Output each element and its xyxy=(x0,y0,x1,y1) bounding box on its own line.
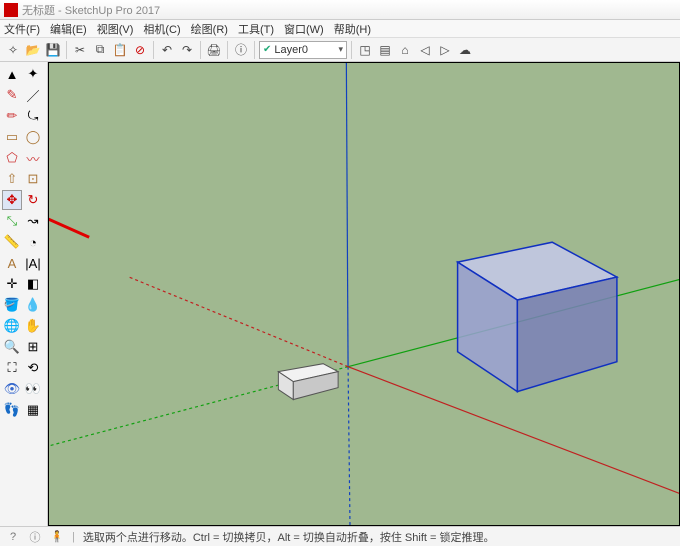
geo-icon[interactable]: 🧍 xyxy=(50,530,64,543)
sample-tool[interactable]: 💧 xyxy=(23,295,43,315)
menu-help[interactable]: 帮助(H) xyxy=(334,21,371,37)
walk-tool[interactable]: 👣 xyxy=(2,400,22,420)
menu-edit[interactable]: 编辑(E) xyxy=(50,21,87,37)
protractor-tool[interactable]: ◔ xyxy=(23,232,43,252)
separator xyxy=(254,41,255,59)
previous-view-tool[interactable]: ⟲ xyxy=(23,358,43,378)
tape-tool[interactable]: 📏 xyxy=(2,232,22,252)
selected-cube-model[interactable] xyxy=(458,242,617,391)
zoom-window-tool[interactable]: ⊞ xyxy=(23,337,43,357)
viewport[interactable] xyxy=(48,62,680,526)
text-tool[interactable]: A xyxy=(2,253,22,273)
pencil-tool[interactable]: ✏ xyxy=(2,106,22,126)
check-icon: ✔ xyxy=(263,44,271,55)
status-bar: ? ⓘ 🧍 | 选取两个点进行移动。Ctrl = 切换拷贝，Alt = 切换自动… xyxy=(0,526,680,546)
main-area: ▲ ✦ ✎ ／ ✏ ⤿ ▭ ◯ ⬠ 〰 ⇧ ⊡ ✥ ↻ ⤡ ↝ 📏 ◔ A |A… xyxy=(0,62,680,526)
window-title: 无标题 - SketchUp Pro 2017 xyxy=(22,2,160,18)
dimension-tool[interactable]: |A| xyxy=(23,253,43,273)
info-icon[interactable]: ⓘ xyxy=(28,529,42,545)
redo-icon[interactable]: ↷ xyxy=(178,41,196,59)
cut-icon[interactable]: ✂ xyxy=(71,41,89,59)
menu-bar: 文件(F) 编辑(E) 视图(V) 相机(C) 绘图(R) 工具(T) 窗口(W… xyxy=(0,20,680,38)
select-tool[interactable]: ▲ xyxy=(2,64,22,84)
zoom-tool[interactable]: 🔍 xyxy=(2,337,22,357)
model-info-icon[interactable]: ⓘ xyxy=(232,41,250,59)
layer-dropdown[interactable]: ✔ Layer0 ▾ xyxy=(259,41,347,59)
copy-icon[interactable]: ⧉ xyxy=(91,41,109,59)
eraser-tool[interactable]: ✎ xyxy=(2,85,22,105)
print-icon[interactable]: 🖨 xyxy=(205,41,223,59)
freehand-tool[interactable]: 〰 xyxy=(23,148,43,168)
menu-tools[interactable]: 工具(T) xyxy=(238,21,274,37)
orbit-tool[interactable]: 🌐 xyxy=(2,316,22,336)
separator xyxy=(66,41,67,59)
arc-tool[interactable]: ⤿ xyxy=(23,106,43,126)
outliner-icon[interactable]: ▤ xyxy=(376,41,394,59)
house-icon[interactable]: ⌂ xyxy=(396,41,414,59)
save-icon[interactable]: 💾 xyxy=(44,41,62,59)
circle-tool[interactable]: ◯ xyxy=(23,127,43,147)
pan-tool[interactable]: ✋ xyxy=(23,316,43,336)
status-separator: | xyxy=(72,531,75,543)
position-camera-tool[interactable]: 👁 xyxy=(2,379,22,399)
next-scene-icon[interactable]: ▷ xyxy=(436,41,454,59)
menu-view[interactable]: 视图(V) xyxy=(97,21,134,37)
new-icon[interactable]: ✧ xyxy=(4,41,22,59)
app-icon xyxy=(4,3,18,17)
separator xyxy=(200,41,201,59)
separator xyxy=(351,41,352,59)
open-icon[interactable]: 📂 xyxy=(24,41,42,59)
prev-scene-icon[interactable]: ◁ xyxy=(416,41,434,59)
warehouse-icon[interactable]: ☁ xyxy=(456,41,474,59)
separator xyxy=(227,41,228,59)
axes-tool[interactable]: ✛ xyxy=(2,274,22,294)
pushpull-tool[interactable]: ⇧ xyxy=(2,169,22,189)
menu-window[interactable]: 窗口(W) xyxy=(284,21,324,37)
polygon-tool[interactable]: ⬠ xyxy=(2,148,22,168)
menu-file[interactable]: 文件(F) xyxy=(4,21,40,37)
status-hint: 选取两个点进行移动。Ctrl = 切换拷贝，Alt = 切换自动折叠，按住 Sh… xyxy=(83,529,495,545)
paste-icon[interactable]: 📋 xyxy=(111,41,129,59)
section-plane-tool[interactable]: ▦ xyxy=(23,400,43,420)
followme-tool[interactable]: ↝ xyxy=(23,211,43,231)
zoom-extents-tool[interactable]: ⛶ xyxy=(2,358,22,378)
help-icon[interactable]: ? xyxy=(6,531,20,543)
move-tool[interactable]: ✥ xyxy=(2,190,22,210)
component-tool[interactable]: ✦ xyxy=(23,64,43,84)
delete-icon[interactable]: ⊘ xyxy=(131,41,149,59)
chevron-down-icon: ▾ xyxy=(338,44,343,55)
paint-tool[interactable]: 🪣 xyxy=(2,295,22,315)
left-toolbar: ▲ ✦ ✎ ／ ✏ ⤿ ▭ ◯ ⬠ 〰 ⇧ ⊡ ✥ ↻ ⤡ ↝ 📏 ◔ A |A… xyxy=(0,62,48,526)
rectangle-tool[interactable]: ▭ xyxy=(2,127,22,147)
offset-tool[interactable]: ⊡ xyxy=(23,169,43,189)
title-bar: 无标题 - SketchUp Pro 2017 xyxy=(0,0,680,20)
small-box-model[interactable] xyxy=(278,364,338,400)
undo-icon[interactable]: ↶ xyxy=(158,41,176,59)
menu-draw[interactable]: 绘图(R) xyxy=(191,21,228,37)
line-tool[interactable]: ／ xyxy=(23,85,43,105)
top-toolbar: ✧ 📂 💾 ✂ ⧉ 📋 ⊘ ↶ ↷ 🖨 ⓘ ✔ Layer0 ▾ ◳ ▤ ⌂ ◁… xyxy=(0,38,680,62)
section-tool[interactable]: ◧ xyxy=(23,274,43,294)
separator xyxy=(153,41,154,59)
look-around-tool[interactable]: 👀 xyxy=(23,379,43,399)
layer-current: Layer0 xyxy=(274,44,308,56)
component-icon[interactable]: ◳ xyxy=(356,41,374,59)
rotate-tool[interactable]: ↻ xyxy=(23,190,43,210)
menu-camera[interactable]: 相机(C) xyxy=(143,21,180,37)
scale-tool[interactable]: ⤡ xyxy=(2,211,22,231)
